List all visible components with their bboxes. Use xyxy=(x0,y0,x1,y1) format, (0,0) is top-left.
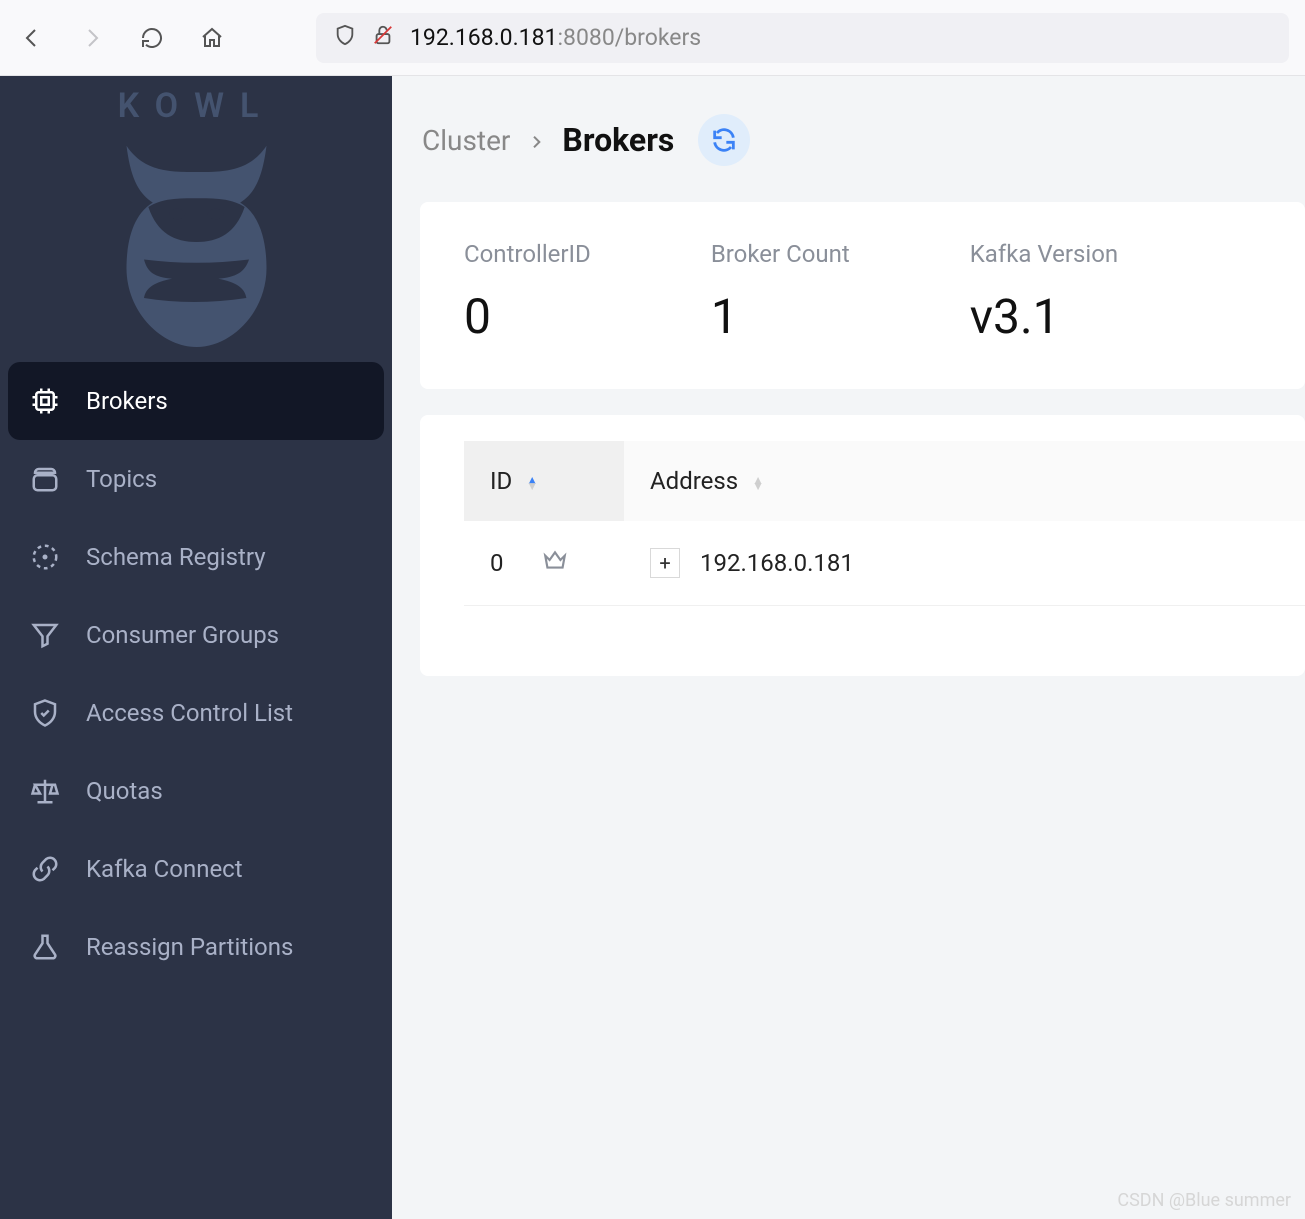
sidebar-item-quotas[interactable]: Quotas xyxy=(8,752,384,830)
column-header-label: ID xyxy=(490,467,512,495)
table-row[interactable]: 0 + 192.168.0.181 xyxy=(464,521,1305,606)
forward-button[interactable] xyxy=(76,22,108,54)
sidebar-item-consumer-groups[interactable]: Consumer Groups xyxy=(8,596,384,674)
stat-controller-id: ControllerID 0 xyxy=(464,240,591,345)
sidebar-item-reassign-partitions[interactable]: Reassign Partitions xyxy=(8,908,384,986)
stat-kafka-version: Kafka Version v3.1 xyxy=(970,240,1118,345)
shield-check-icon xyxy=(30,698,60,728)
sidebar-item-topics[interactable]: Topics xyxy=(8,440,384,518)
breadcrumb-current: Brokers xyxy=(562,121,674,159)
breadcrumb-parent[interactable]: Cluster xyxy=(422,124,510,157)
scale-icon xyxy=(30,776,60,806)
main-content: Cluster Brokers ControllerID 0 Broker Co… xyxy=(392,76,1305,1219)
sidebar-item-label: Brokers xyxy=(86,387,168,415)
sort-icon: ▲▼ xyxy=(752,477,764,489)
sidebar-item-kafka-connect[interactable]: Kafka Connect xyxy=(8,830,384,908)
stat-label: Kafka Version xyxy=(970,240,1118,268)
brokers-table: ID ▲▼ Address ▲▼ 0 xyxy=(464,441,1305,606)
broker-id: 0 xyxy=(490,549,504,577)
brand-logo: KOWL xyxy=(0,86,392,362)
lock-insecure-icon xyxy=(372,24,394,52)
watermark: CSDN @Blue summer xyxy=(1117,1190,1291,1211)
refresh-button[interactable] xyxy=(698,114,750,166)
home-button[interactable] xyxy=(196,22,228,54)
url-path: :8080/brokers xyxy=(557,24,701,51)
flask-icon xyxy=(30,932,60,962)
broker-address: 192.168.0.181 xyxy=(700,549,854,577)
url-bar[interactable]: 192.168.0.181:8080/brokers xyxy=(316,13,1289,63)
stat-label: ControllerID xyxy=(464,240,591,268)
sort-icon: ▲▼ xyxy=(526,477,538,489)
stat-value: 0 xyxy=(464,288,591,345)
sidebar-item-label: Schema Registry xyxy=(86,543,266,571)
cpu-icon xyxy=(30,386,60,416)
column-header-label: Address xyxy=(650,467,738,495)
sidebar-item-acl[interactable]: Access Control List xyxy=(8,674,384,752)
brand-text: KOWL xyxy=(118,86,275,126)
stack-icon xyxy=(30,464,60,494)
sidebar-item-label: Quotas xyxy=(86,777,163,805)
sidebar-item-label: Access Control List xyxy=(86,699,293,727)
column-header-id[interactable]: ID ▲▼ xyxy=(464,441,624,521)
url-text: 192.168.0.181:8080/brokers xyxy=(410,24,701,51)
brokers-table-card: ID ▲▼ Address ▲▼ 0 xyxy=(420,415,1305,676)
owl-icon xyxy=(109,132,284,352)
funnel-icon xyxy=(30,620,60,650)
link-icon xyxy=(30,854,60,884)
chevron-right-icon xyxy=(528,124,544,157)
crown-icon xyxy=(542,547,568,579)
sidebar-item-label: Topics xyxy=(86,465,157,493)
sidebar-item-schema-registry[interactable]: Schema Registry xyxy=(8,518,384,596)
sidebar-item-label: Reassign Partitions xyxy=(86,933,293,961)
registry-icon xyxy=(30,542,60,572)
stat-value: 1 xyxy=(711,288,850,345)
url-host: 192.168.0.181 xyxy=(410,24,557,51)
sidebar-item-brokers[interactable]: Brokers xyxy=(8,362,384,440)
stats-card: ControllerID 0 Broker Count 1 Kafka Vers… xyxy=(420,202,1305,389)
stat-broker-count: Broker Count 1 xyxy=(711,240,850,345)
browser-toolbar: 192.168.0.181:8080/brokers xyxy=(0,0,1305,76)
sidebar: KOWL Brokers Topics xyxy=(0,76,392,1219)
sidebar-item-label: Kafka Connect xyxy=(86,855,243,883)
column-header-address[interactable]: Address ▲▼ xyxy=(624,441,1305,521)
reload-button[interactable] xyxy=(136,22,168,54)
sidebar-item-label: Consumer Groups xyxy=(86,621,279,649)
breadcrumb: Cluster Brokers xyxy=(420,114,1305,166)
expand-row-button[interactable]: + xyxy=(650,548,680,578)
stat-label: Broker Count xyxy=(711,240,850,268)
shield-icon xyxy=(334,24,356,52)
back-button[interactable] xyxy=(16,22,48,54)
stat-value: v3.1 xyxy=(970,288,1118,345)
